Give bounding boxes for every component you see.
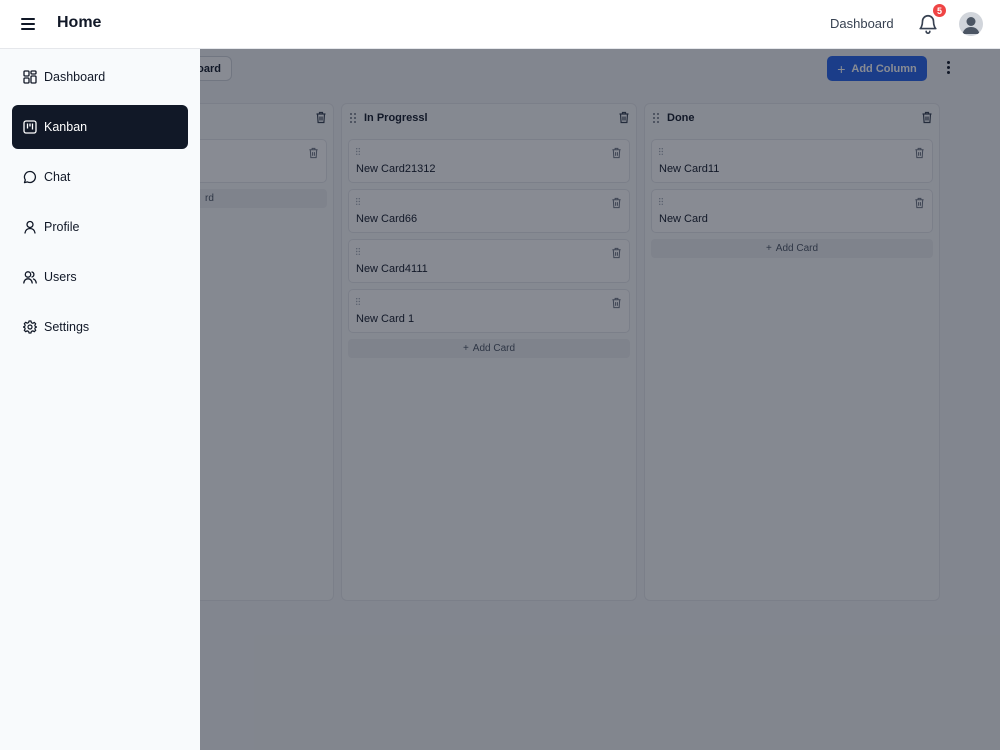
chat-icon <box>23 170 37 184</box>
sidebar: Dashboard Kanban Chat Profile Users Sett… <box>0 49 200 750</box>
notification-badge: 5 <box>933 4 946 17</box>
sidebar-item-settings[interactable]: Settings <box>12 305 188 349</box>
users-icon <box>23 270 37 284</box>
sidebar-item-kanban[interactable]: Kanban <box>12 105 188 149</box>
profile-icon <box>23 220 37 234</box>
sidebar-item-label: Kanban <box>44 120 88 134</box>
sidebar-item-dashboard[interactable]: Dashboard <box>12 55 188 99</box>
avatar[interactable] <box>959 12 983 36</box>
sidebar-item-label: Settings <box>44 320 90 334</box>
settings-icon <box>23 320 37 334</box>
sidebar-item-label: Chat <box>44 170 71 184</box>
sidebar-item-users[interactable]: Users <box>12 255 188 299</box>
dashboard-icon <box>23 70 37 84</box>
sidebar-item-chat[interactable]: Chat <box>12 155 188 199</box>
sidebar-item-profile[interactable]: Profile <box>12 205 188 249</box>
page-title: Home <box>57 14 102 31</box>
sidebar-item-label: Users <box>44 270 77 284</box>
sidebar-item-label: Profile <box>44 220 80 234</box>
top-header: Home Dashboard 5 <box>0 0 1000 49</box>
sidebar-item-label: Dashboard <box>44 70 106 84</box>
kanban-icon <box>23 120 37 134</box>
menu-icon[interactable] <box>20 15 38 33</box>
header-dashboard-link[interactable]: Dashboard <box>830 16 894 31</box>
